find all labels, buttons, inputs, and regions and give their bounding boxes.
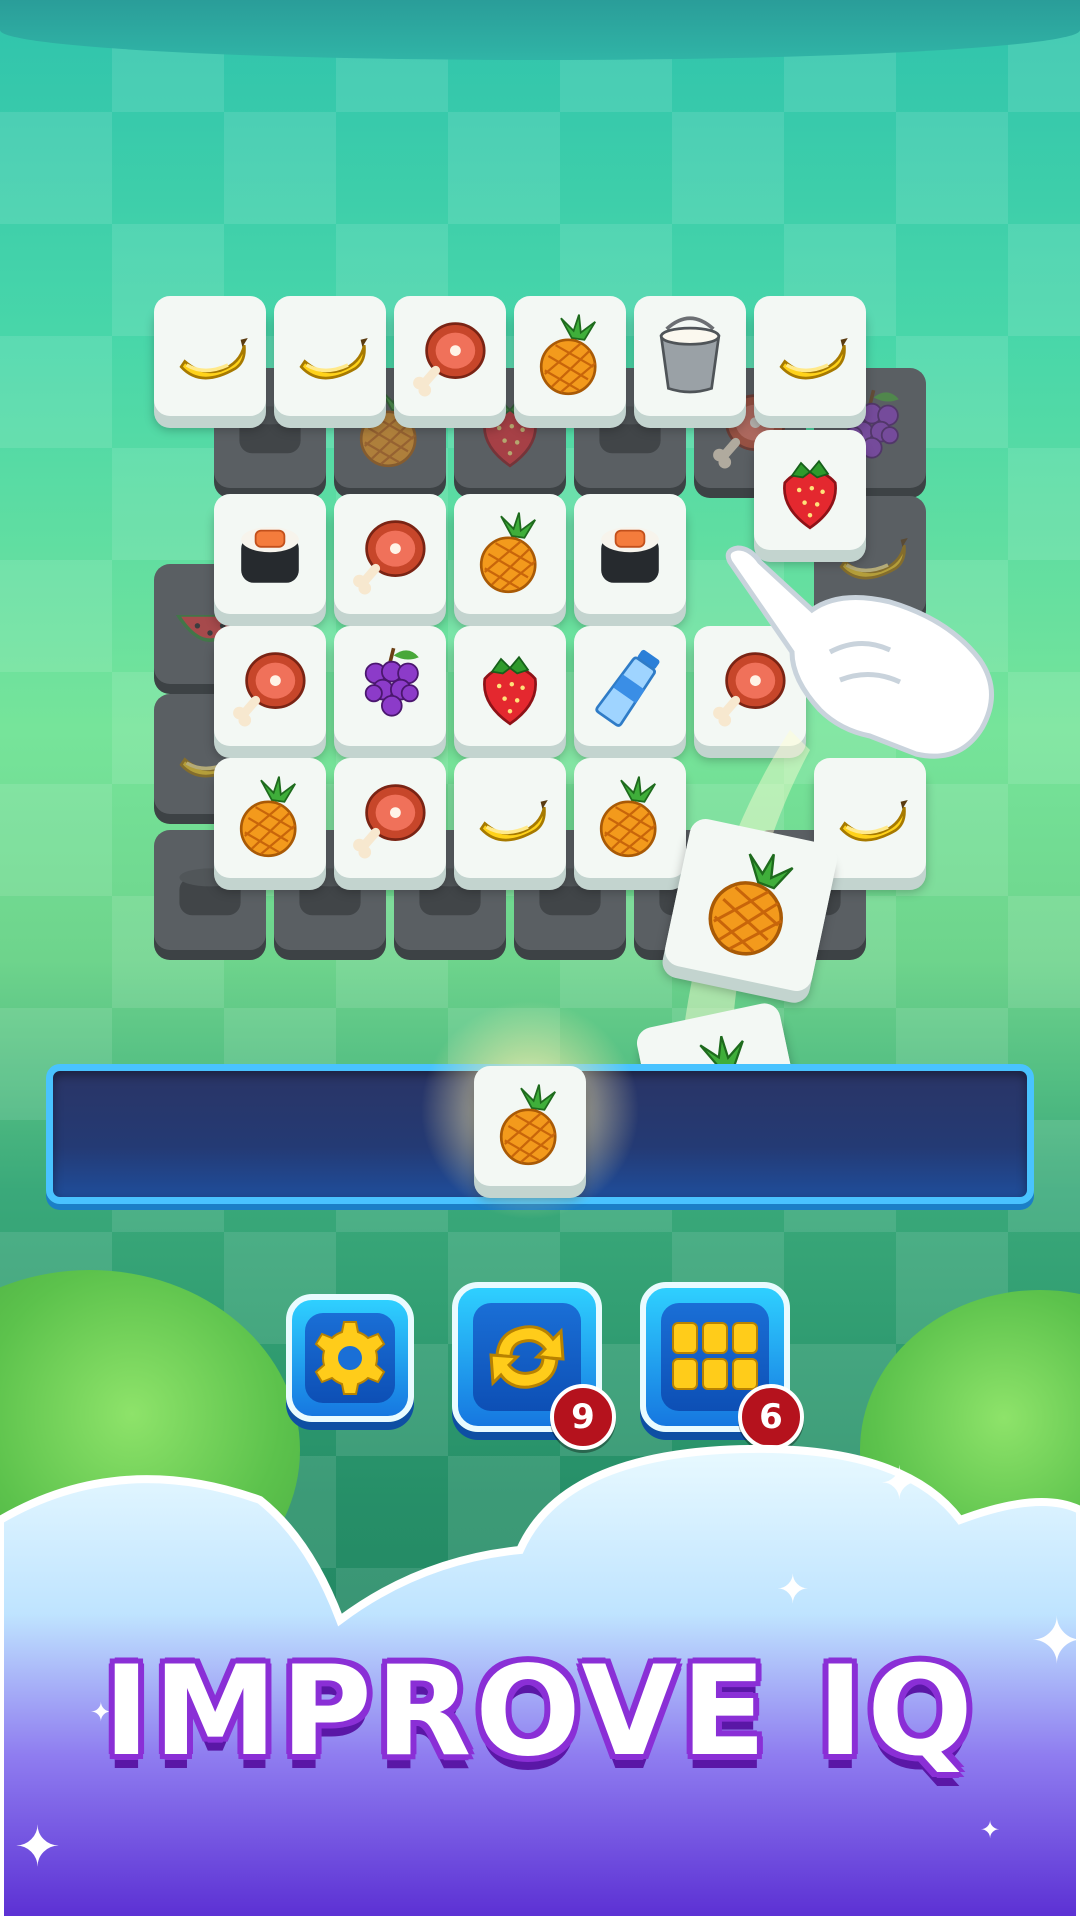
tile-pineapple[interactable] [454, 494, 566, 614]
tile-sushi[interactable] [574, 494, 686, 614]
pointer-hand-icon [725, 545, 994, 759]
tile-sushi[interactable] [214, 494, 326, 614]
tray-tile-pineapple [474, 1066, 586, 1186]
tile-ham[interactable] [334, 494, 446, 614]
shuffle-arrows-icon [489, 1325, 565, 1389]
tile-banana[interactable] [154, 296, 266, 416]
sparkle-icon: ✦ [14, 1815, 61, 1880]
tile-ham[interactable] [394, 296, 506, 416]
game-scene: 9 6 ✦ ✦ ✦ ✦ ✦ ✦ IMPROVE IQ [0, 0, 1080, 1920]
promo-headline: IMPROVE IQ [103, 1640, 977, 1784]
sparkle-icon: ✦ [776, 1567, 810, 1613]
tile-pineapple-moving [662, 816, 840, 994]
tile-grapes[interactable] [334, 626, 446, 746]
tile-strawberry-selected[interactable] [754, 430, 866, 550]
tile-banana[interactable] [454, 758, 566, 878]
sparkle-icon: ✦ [980, 1816, 1001, 1844]
tile-board [0, 0, 1080, 1178]
tiles-grid-icon [672, 1322, 758, 1390]
tile-milk-bucket[interactable] [634, 296, 746, 416]
tile-ham[interactable] [334, 758, 446, 878]
tile-pineapple[interactable] [514, 296, 626, 416]
tile-strawberry[interactable] [454, 626, 566, 746]
tile-banana[interactable] [754, 296, 866, 416]
tile-ham[interactable] [214, 626, 326, 746]
tile-pineapple[interactable] [214, 758, 326, 878]
tile-banana[interactable] [274, 296, 386, 416]
gear-icon [314, 1321, 386, 1395]
sparkle-icon: ✦ [880, 1456, 919, 1510]
settings-button[interactable] [286, 1294, 414, 1422]
